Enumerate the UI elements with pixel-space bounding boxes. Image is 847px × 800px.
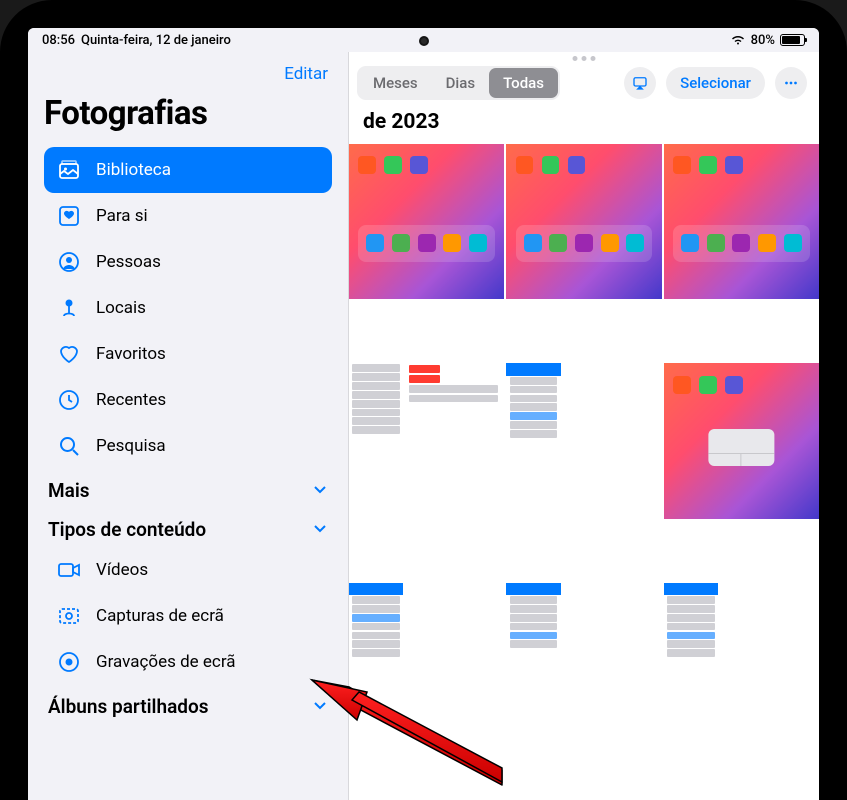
select-button[interactable]: Selecionar — [666, 67, 765, 99]
drag-grabber[interactable] — [573, 56, 596, 61]
status-left: 08:56 Quinta-feira, 12 de janeiro — [42, 33, 231, 48]
view-segment: Meses Dias Todas — [357, 66, 560, 100]
section-label: Mais — [48, 479, 90, 502]
sidebar-item-label: Vídeos — [96, 560, 148, 580]
sidebar-item-label: Capturas de ecrã — [96, 606, 224, 626]
more-button[interactable] — [775, 67, 807, 99]
sidebar-item-videos[interactable]: Vídeos — [44, 547, 332, 593]
heart-icon — [56, 341, 82, 367]
cast-button[interactable] — [624, 67, 656, 99]
section-tipos[interactable]: Tipos de conteúdo — [44, 508, 332, 547]
segment-dias[interactable]: Dias — [432, 68, 489, 98]
screenshot-icon — [56, 603, 82, 629]
segment-meses[interactable]: Meses — [359, 68, 432, 98]
chevron-down-icon — [312, 518, 328, 541]
section-label: Tipos de conteúdo — [48, 518, 206, 541]
sidebar-item-label: Pessoas — [96, 252, 161, 272]
photo-thumb[interactable] — [506, 583, 661, 738]
photo-thumb[interactable] — [664, 144, 819, 299]
sidebar-item-label: Pesquisa — [96, 436, 166, 456]
sidebar-item-biblioteca[interactable]: Biblioteca — [44, 147, 332, 193]
battery-icon — [780, 34, 805, 46]
device-frame: 08:56 Quinta-feira, 12 de janeiro 80% Ed… — [0, 0, 847, 800]
chevron-down-icon — [312, 479, 328, 502]
status-time: 08:56 — [42, 33, 75, 48]
edit-button[interactable]: Editar — [284, 64, 328, 84]
section-label: Álbuns partilhados — [48, 695, 209, 718]
front-camera — [419, 36, 429, 46]
sidebar: Editar Fotografias Biblioteca Para si — [28, 52, 348, 800]
screen: 08:56 Quinta-feira, 12 de janeiro 80% Ed… — [28, 28, 819, 800]
sidebar-item-locais[interactable]: Locais — [44, 285, 332, 331]
photo-thumb[interactable] — [664, 363, 819, 518]
app-title: Fotografias — [44, 94, 332, 133]
people-icon — [56, 249, 82, 275]
sidebar-item-gravacoes[interactable]: Gravações de ecrã — [44, 639, 332, 685]
segment-todas[interactable]: Todas — [489, 68, 558, 98]
sidebar-item-recentes[interactable]: Recentes — [44, 377, 332, 423]
sidebar-item-pesquisa[interactable]: Pesquisa — [44, 423, 332, 469]
sidebar-item-label: Gravações de ecrã — [96, 652, 236, 672]
library-icon — [56, 157, 82, 183]
photo-thumb[interactable] — [349, 144, 504, 299]
sidebar-item-label: Favoritos — [96, 344, 166, 364]
record-icon — [56, 649, 82, 675]
sidebar-item-para-si[interactable]: Para si — [44, 193, 332, 239]
clock-icon — [56, 387, 82, 413]
video-icon — [56, 557, 82, 583]
chevron-down-icon — [312, 695, 328, 718]
photo-thumb[interactable] — [506, 363, 661, 518]
sidebar-item-capturas[interactable]: Capturas de ecrã — [44, 593, 332, 639]
ellipsis-icon — [782, 74, 800, 92]
sidebar-item-pessoas[interactable]: Pessoas — [44, 239, 332, 285]
wifi-icon — [730, 34, 746, 46]
status-right: 80% — [730, 33, 805, 48]
section-albuns[interactable]: Álbuns partilhados — [44, 685, 332, 724]
sidebar-header: Editar — [44, 60, 332, 94]
sidebar-item-label: Para si — [96, 206, 148, 226]
photo-thumb[interactable] — [349, 363, 504, 518]
for-you-icon — [56, 203, 82, 229]
main: Editar Fotografias Biblioteca Para si — [28, 52, 819, 800]
photo-thumb[interactable] — [506, 144, 661, 299]
sidebar-item-favoritos[interactable]: Favoritos — [44, 331, 332, 377]
battery-pct: 80% — [751, 33, 775, 48]
sidebar-item-label: Locais — [96, 298, 146, 318]
date-title: de 2023 — [349, 108, 819, 144]
sidebar-item-label: Biblioteca — [96, 160, 171, 180]
status-date: Quinta-feira, 12 de janeiro — [81, 33, 231, 48]
cast-icon — [631, 74, 649, 92]
section-mais[interactable]: Mais — [44, 469, 332, 508]
photo-thumb[interactable] — [349, 583, 504, 738]
photo-thumb[interactable] — [664, 583, 819, 738]
pin-icon — [56, 295, 82, 321]
content-panel: Meses Dias Todas Selecionar de 2023 — [348, 52, 819, 800]
search-icon — [56, 433, 82, 459]
sidebar-item-label: Recentes — [96, 390, 166, 410]
photo-grid — [349, 144, 819, 800]
